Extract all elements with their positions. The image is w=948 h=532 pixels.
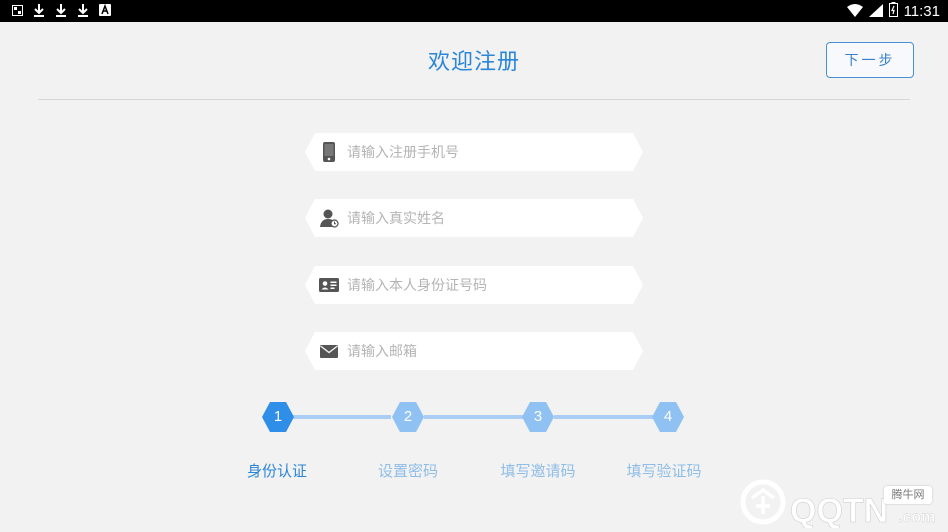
step-1-indicator: 1 xyxy=(261,401,295,433)
status-time: 11:31 xyxy=(903,3,940,20)
step-number: 2 xyxy=(403,408,413,425)
step-1-label: 身份认证 xyxy=(246,462,307,480)
step-number: 3 xyxy=(533,408,543,425)
step-number: 1 xyxy=(273,408,283,425)
step-3-indicator: 3 xyxy=(521,401,555,433)
phone-icon xyxy=(323,142,335,162)
email-field[interactable] xyxy=(305,332,643,370)
watermark-suffix: .com xyxy=(898,509,935,526)
step-connector xyxy=(424,415,523,419)
step-3-label: 填写邀请码 xyxy=(500,462,576,480)
mail-icon xyxy=(320,345,338,358)
download-icon xyxy=(76,3,90,17)
step-2-label: 设置密码 xyxy=(377,462,438,480)
next-step-button[interactable]: 下一步 xyxy=(826,42,914,78)
page-title: 欢迎注册 xyxy=(427,50,520,75)
id-number-field[interactable] xyxy=(305,266,643,304)
status-left-icons xyxy=(10,3,112,17)
status-bar: 11:31 xyxy=(0,0,948,22)
header-divider xyxy=(38,99,910,100)
app-icon xyxy=(98,3,112,17)
battery-icon xyxy=(888,2,898,21)
watermark-brand: QQTN xyxy=(790,492,888,528)
phone-field[interactable] xyxy=(305,133,643,171)
id-number-input[interactable] xyxy=(345,270,619,302)
id-card-icon xyxy=(319,278,339,292)
step-number: 4 xyxy=(663,408,673,425)
name-field[interactable] xyxy=(305,199,643,237)
signal-icon xyxy=(868,2,883,21)
user-icon xyxy=(320,209,339,228)
download-icon xyxy=(32,3,46,17)
phone-input[interactable] xyxy=(345,137,619,169)
sim-icon xyxy=(10,3,24,17)
step-4-label: 填写验证码 xyxy=(626,462,702,480)
name-input[interactable] xyxy=(345,203,619,235)
step-connector xyxy=(554,415,653,419)
step-4-indicator: 4 xyxy=(651,401,685,433)
email-input[interactable] xyxy=(345,336,619,368)
status-right-icons: 11:31 xyxy=(846,2,940,21)
download-icon xyxy=(54,3,68,17)
step-2-indicator: 2 xyxy=(391,401,425,433)
watermark-badge: 腾牛网 xyxy=(884,486,932,504)
wifi-icon xyxy=(846,2,863,21)
step-connector xyxy=(292,415,391,419)
